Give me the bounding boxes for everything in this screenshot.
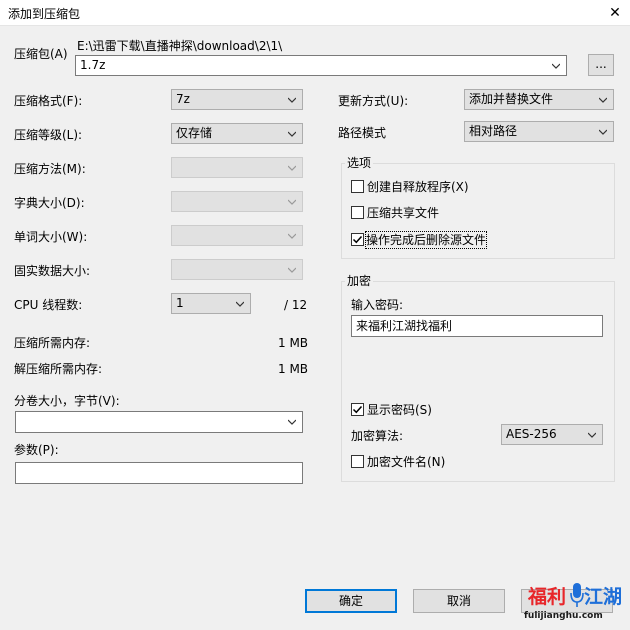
chevron-down-icon bbox=[588, 432, 596, 438]
mem-decompress-value: 1 MB bbox=[278, 362, 309, 376]
close-icon[interactable]: ✕ bbox=[600, 0, 630, 26]
show-password-label: 显示密码(S) bbox=[367, 403, 432, 417]
threads-value: 1 bbox=[176, 296, 184, 310]
path-mode-label: 路径模式 bbox=[338, 126, 387, 140]
archive-filename-combo[interactable]: 1.7z bbox=[75, 55, 567, 76]
shared-checkbox[interactable] bbox=[351, 206, 364, 219]
watermark-text-left: 福利 bbox=[528, 586, 567, 608]
word-label: 单词大小(W): bbox=[14, 230, 88, 244]
update-label: 更新方式(U): bbox=[338, 94, 409, 108]
watermark-url: fulijianghu.com bbox=[524, 611, 603, 621]
dict-label: 字典大小(D): bbox=[14, 196, 85, 210]
encrypt-names-label: 加密文件名(N) bbox=[367, 455, 446, 469]
path-mode-select[interactable]: 相对路径 bbox=[464, 121, 614, 142]
level-select[interactable]: 仅存储 bbox=[171, 123, 303, 144]
mem-decompress-label: 解压缩所需内存: bbox=[14, 362, 103, 376]
chevron-down-icon bbox=[236, 301, 244, 307]
split-label: 分卷大小，字节(V): bbox=[14, 394, 120, 408]
check-icon bbox=[352, 405, 363, 414]
update-value: 添加并替换文件 bbox=[469, 92, 554, 106]
update-select[interactable]: 添加并替换文件 bbox=[464, 89, 614, 110]
format-label: 压缩格式(F): bbox=[14, 94, 83, 108]
method-label: 压缩方法(M): bbox=[14, 162, 86, 176]
chevron-down-icon bbox=[288, 419, 296, 425]
algo-label: 加密算法: bbox=[351, 429, 404, 443]
watermark-text-right: 江湖 bbox=[584, 586, 623, 608]
mem-compress-label: 压缩所需内存: bbox=[14, 336, 91, 350]
chevron-down-icon bbox=[288, 233, 296, 239]
delete-source-checkbox[interactable] bbox=[351, 233, 364, 246]
chevron-down-icon bbox=[288, 165, 296, 171]
delete-source-label: 操作完成后删除源文件 bbox=[364, 231, 488, 249]
chevron-down-icon bbox=[599, 97, 607, 103]
chevron-down-icon bbox=[288, 267, 296, 273]
format-value: 7z bbox=[176, 92, 190, 106]
solid-select[interactable] bbox=[171, 259, 303, 280]
cancel-button[interactable]: 取消 bbox=[413, 589, 505, 613]
chevron-down-icon bbox=[552, 63, 560, 69]
check-icon bbox=[352, 235, 363, 244]
word-select[interactable] bbox=[171, 225, 303, 246]
archive-filename: 1.7z bbox=[80, 58, 106, 72]
dict-select[interactable] bbox=[171, 191, 303, 212]
level-label: 压缩等级(L): bbox=[14, 128, 83, 142]
window-title: 添加到压缩包 bbox=[8, 7, 81, 21]
archive-label: 压缩包(A) bbox=[14, 47, 68, 61]
archive-path: E:\迅雷下载\直播神探\download\2\1\ bbox=[77, 39, 283, 53]
sfx-label: 创建自释放程序(X) bbox=[367, 180, 469, 194]
chevron-down-icon bbox=[288, 199, 296, 205]
mem-compress-value: 1 MB bbox=[278, 336, 309, 350]
microphone-icon bbox=[570, 583, 584, 607]
format-select[interactable]: 7z bbox=[171, 89, 303, 110]
title-bar: 添加到压缩包 ✕ bbox=[0, 0, 630, 26]
browse-button[interactable]: ... bbox=[588, 54, 614, 76]
password-label: 输入密码: bbox=[351, 298, 404, 312]
threads-total: / 12 bbox=[284, 298, 308, 312]
sfx-checkbox[interactable] bbox=[351, 180, 364, 193]
password-input[interactable]: 来福利江湖找福利 bbox=[351, 315, 603, 337]
threads-select[interactable]: 1 bbox=[171, 293, 251, 314]
shared-label: 压缩共享文件 bbox=[367, 206, 440, 220]
algo-value: AES-256 bbox=[506, 427, 557, 441]
params-label: 参数(P): bbox=[14, 443, 59, 457]
params-input[interactable] bbox=[15, 462, 303, 484]
chevron-down-icon bbox=[599, 129, 607, 135]
threads-label: CPU 线程数: bbox=[14, 298, 83, 312]
encryption-title: 加密 bbox=[345, 273, 374, 289]
algo-select[interactable]: AES-256 bbox=[501, 424, 603, 445]
options-title: 选项 bbox=[345, 155, 374, 171]
method-select[interactable] bbox=[171, 157, 303, 178]
path-mode-value: 相对路径 bbox=[469, 124, 518, 138]
watermark-logo: 福利 江湖 fulijianghu.com bbox=[520, 580, 626, 626]
chevron-down-icon bbox=[288, 97, 296, 103]
level-value: 仅存储 bbox=[176, 126, 213, 140]
chevron-down-icon bbox=[288, 131, 296, 137]
show-password-checkbox[interactable] bbox=[351, 403, 364, 416]
ok-button[interactable]: 确定 bbox=[305, 589, 397, 613]
encrypt-names-checkbox[interactable] bbox=[351, 455, 364, 468]
solid-label: 固实数据大小: bbox=[14, 264, 91, 278]
split-select[interactable] bbox=[15, 411, 303, 433]
